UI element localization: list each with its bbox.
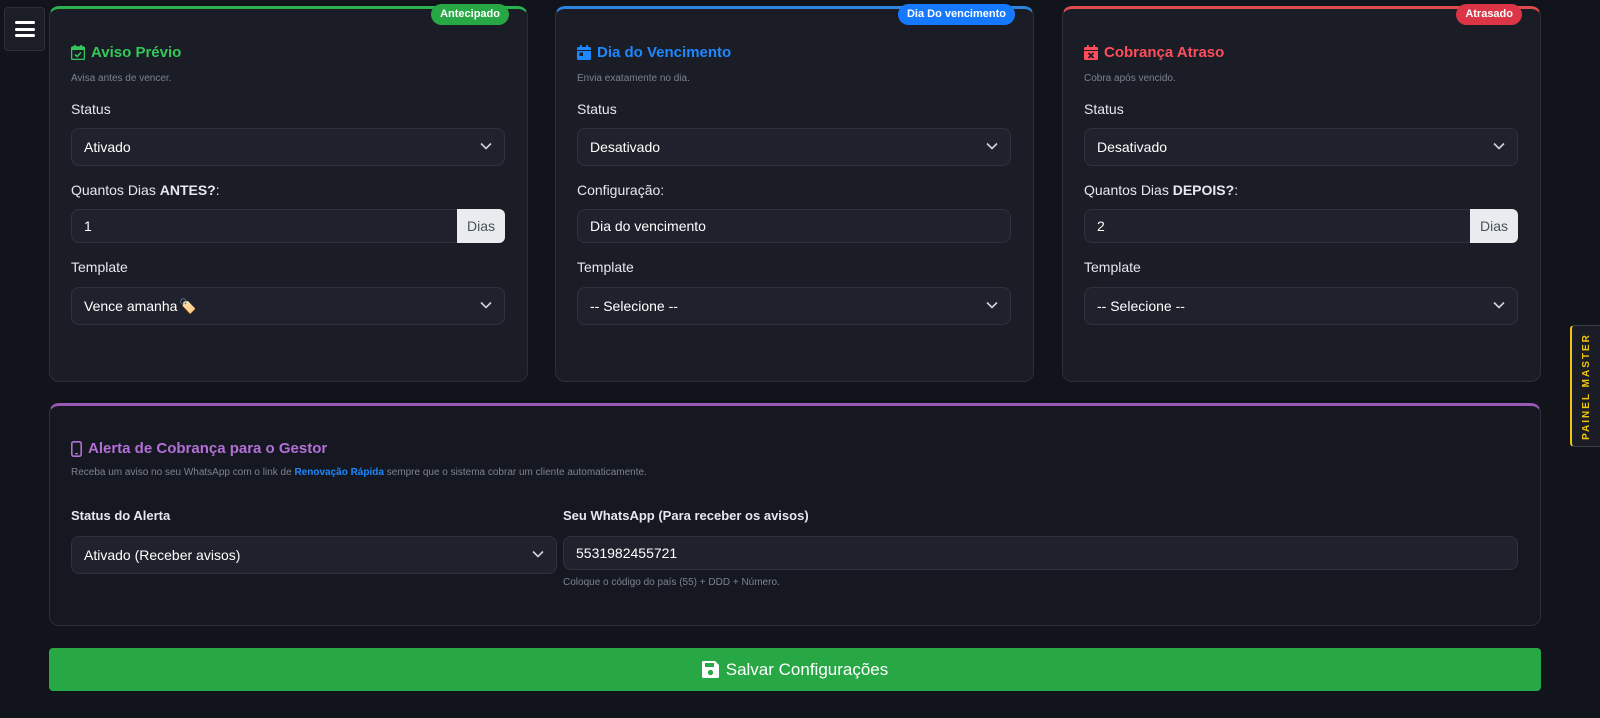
badge-antecipado: Antecipado: [431, 4, 509, 25]
alert-status-select[interactable]: Ativado (Receber avisos): [71, 536, 557, 574]
card-aviso-previo: Antecipado Aviso Prévio Avisa antes de v…: [49, 4, 528, 382]
card-subtitle: Cobra após vencido.: [1084, 73, 1176, 84]
whatsapp-input[interactable]: 5531982455721: [563, 536, 1518, 570]
card-dia-vencimento: Dia Do vencimento Dia do Vencimento Envi…: [555, 4, 1034, 382]
floppy-disk-icon: [701, 661, 719, 678]
chevron-down-icon: [986, 142, 998, 150]
whatsapp-help-text: Coloque o código do país (55) + DDD + Nú…: [563, 577, 780, 588]
card-title-cobranca-atraso: Cobrança Atraso: [1084, 44, 1224, 61]
calendar-x-icon: [1084, 45, 1098, 60]
status-select[interactable]: Desativado: [1084, 128, 1518, 166]
days-after-label: Quantos Dias DEPOIS?:: [1084, 182, 1239, 198]
badge-dia-vencimento: Dia Do vencimento: [897, 4, 1015, 25]
days-before-label: Quantos Dias ANTES?:: [71, 182, 220, 198]
chevron-down-icon: [1493, 301, 1505, 309]
status-label: Status: [71, 101, 111, 117]
status-label: Status: [577, 101, 617, 117]
hamburger-icon: [14, 21, 35, 37]
chevron-down-icon: [1493, 142, 1505, 150]
alert-description: Receba um aviso no seu WhatsApp com o li…: [71, 467, 647, 478]
days-addon: Dias: [457, 209, 505, 243]
template-label: Template: [577, 259, 634, 275]
status-select[interactable]: Ativado: [71, 128, 505, 166]
whatsapp-label: Seu WhatsApp (Para receber os avisos): [563, 508, 809, 523]
card-cobranca-atraso: Atrasado Cobrança Atraso Cobra após venc…: [1062, 4, 1541, 382]
days-before-group: 1 Dias: [71, 209, 505, 243]
card-subtitle: Avisa antes de vencer.: [71, 73, 172, 84]
mobile-phone-icon: [71, 440, 82, 457]
chevron-down-icon: [480, 142, 492, 150]
card-subtitle: Envia exatamente no dia.: [577, 73, 690, 84]
days-before-input[interactable]: 1: [71, 209, 457, 243]
chevron-down-icon: [986, 301, 998, 309]
save-settings-button[interactable]: Salvar Configurações: [49, 648, 1541, 691]
template-select[interactable]: -- Selecione --: [1084, 287, 1518, 325]
chevron-down-icon: [480, 301, 492, 309]
days-after-group: 2 Dias: [1084, 209, 1518, 243]
alert-title: Alerta de Cobrança para o Gestor: [71, 440, 327, 457]
badge-atrasado: Atrasado: [1456, 4, 1522, 25]
renovacao-rapida-link: Renovação Rápida: [294, 467, 384, 478]
card-title-dia-vencimento: Dia do Vencimento: [577, 44, 731, 61]
config-label: Configuração:: [577, 182, 665, 198]
card-title-aviso-previo: Aviso Prévio: [71, 44, 181, 61]
template-label: Template: [71, 259, 128, 275]
days-addon: Dias: [1470, 209, 1518, 243]
tag-emoji-icon: 🏷️: [179, 297, 197, 314]
days-after-input[interactable]: 2: [1084, 209, 1470, 243]
chevron-down-icon: [532, 550, 544, 558]
config-input[interactable]: Dia do vencimento: [577, 209, 1011, 243]
status-select[interactable]: Desativado: [577, 128, 1011, 166]
alert-status-label: Status do Alerta: [71, 508, 171, 523]
manager-alert-card: Alerta de Cobrança para o Gestor Receba …: [49, 403, 1541, 626]
painel-master-tab[interactable]: PAINEL MASTER: [1570, 325, 1600, 447]
calendar-check-icon: [71, 45, 85, 60]
template-label: Template: [1084, 259, 1141, 275]
template-select[interactable]: Vence amanha 🏷️: [71, 287, 505, 325]
template-select[interactable]: -- Selecione --: [577, 287, 1011, 325]
menu-toggle-button[interactable]: [4, 7, 45, 51]
calendar-day-icon: [577, 45, 591, 60]
status-label: Status: [1084, 101, 1124, 117]
